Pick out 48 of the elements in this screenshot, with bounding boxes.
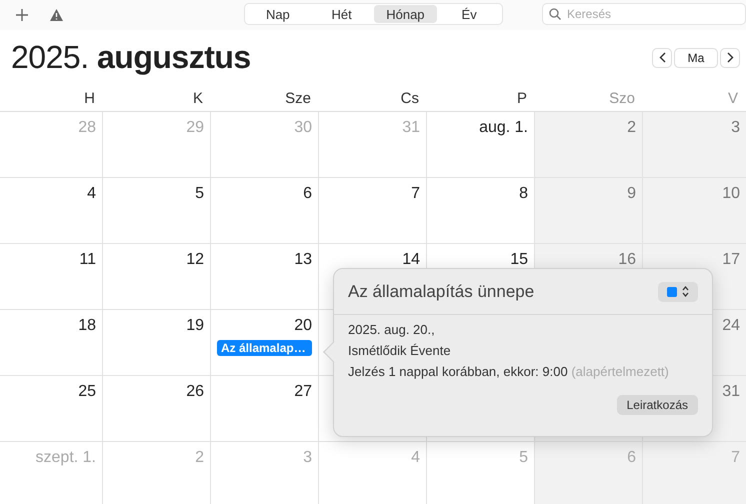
day-number: 24	[722, 317, 740, 335]
day-number: 6	[303, 185, 312, 203]
day-number: 7	[731, 449, 740, 467]
weekday-label: V	[726, 90, 739, 106]
day-number: 2	[195, 449, 204, 467]
weekday-label: Szo	[608, 90, 636, 106]
day-number: 17	[722, 251, 740, 269]
day-number: 19	[186, 317, 204, 335]
day-number: 5	[519, 449, 528, 467]
weekday-label: P	[516, 90, 528, 106]
day-number: 12	[186, 251, 204, 269]
day-number: 18	[78, 317, 96, 335]
day-number: 13	[294, 251, 312, 269]
day-number: 5	[195, 185, 204, 203]
day-number: 9	[627, 185, 636, 203]
day-number: 7	[411, 185, 420, 203]
day-number: 11	[79, 251, 96, 269]
day-number: 10	[722, 185, 740, 203]
day-number: 30	[294, 119, 312, 137]
weekday-label: H	[83, 90, 96, 106]
day-number: 3	[303, 449, 312, 467]
event-repeat: Ismétlődik Évente	[348, 343, 452, 359]
day-number: 15	[510, 251, 528, 269]
month-title: 2025. augusztus	[11, 39, 251, 76]
weekday-label: Sze	[284, 90, 312, 106]
weekday-label: Cs	[400, 90, 420, 106]
day-number: 3	[731, 119, 740, 137]
day-number: 20	[294, 317, 312, 335]
day-number: 27	[294, 383, 312, 401]
day-number: 2	[627, 119, 636, 137]
weekday-label: K	[192, 90, 204, 106]
event-date: 2025. aug. 20.,	[348, 322, 436, 338]
day-number: 8	[519, 185, 528, 203]
day-number: 6	[627, 449, 636, 467]
day-number: szept. 1.	[36, 449, 96, 467]
day-number: 4	[411, 449, 420, 467]
day-number: 16	[618, 251, 636, 269]
day-number: 31	[722, 383, 740, 401]
day-number: 31	[402, 119, 420, 137]
day-number: 29	[186, 119, 204, 137]
day-number: 14	[402, 251, 420, 269]
event-title: Az államalapítás ünnepe	[348, 282, 534, 302]
day-number: 26	[186, 383, 204, 401]
day-number: 4	[87, 185, 96, 203]
alert-text: Jelzés 1 nappal korábban, ekkor: 9:00 (alapértelmezett)	[348, 364, 670, 380]
day-number: 25	[78, 383, 96, 401]
day-number: 28	[78, 119, 96, 137]
day-number: aug. 1.	[479, 119, 528, 137]
